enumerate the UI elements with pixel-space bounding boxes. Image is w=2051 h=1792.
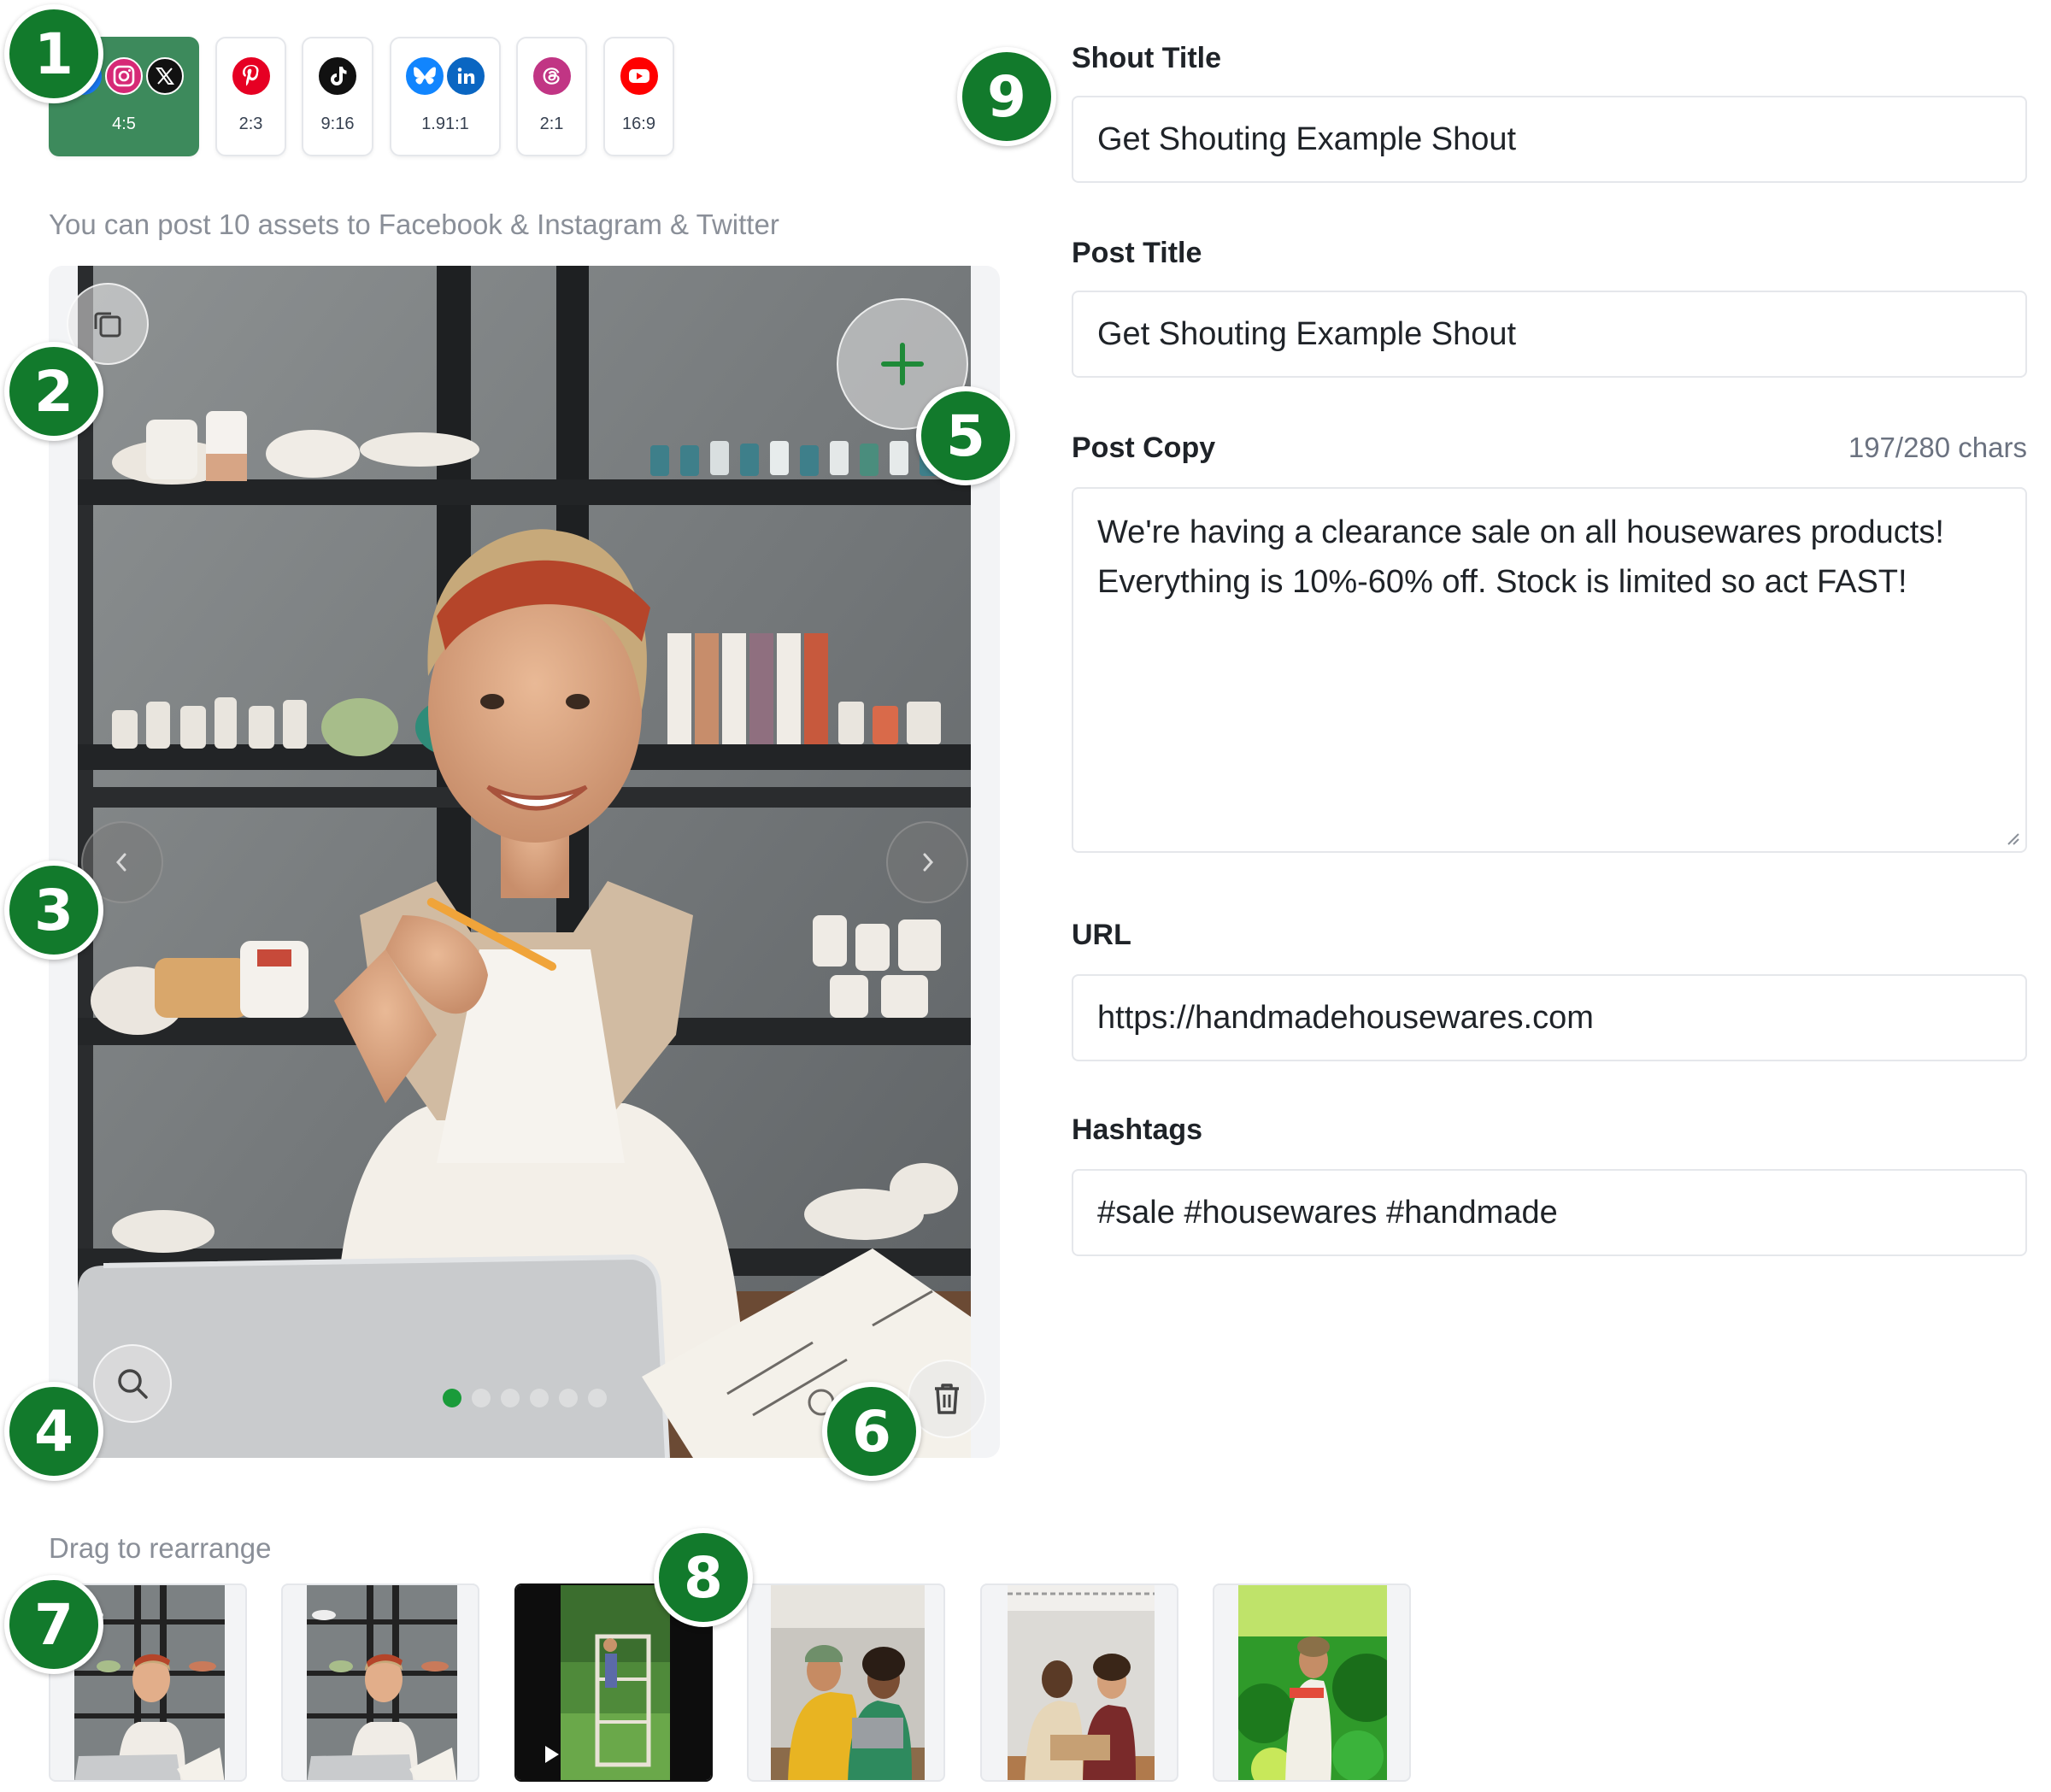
bluesky-icon (406, 57, 444, 95)
chevron-left-icon (115, 853, 126, 872)
rearrange-hint: Drag to rearrange (49, 1532, 272, 1564)
resize-handle-icon[interactable] (2003, 829, 2020, 846)
chevron-right-icon (923, 853, 934, 872)
step-marker-9: 9 (957, 47, 1056, 146)
asset-preview[interactable] (49, 266, 1000, 1458)
ratio-label: 2:1 (539, 115, 564, 133)
post-copy-label: Post Copy (1072, 432, 1216, 464)
step-marker-7: 7 (4, 1575, 103, 1674)
step-marker-2: 2 (4, 342, 103, 441)
step-marker-3: 3 (4, 861, 103, 960)
duplicate-icon (94, 312, 121, 338)
shout-title-input[interactable]: Get Shouting Example Shout (1072, 96, 2027, 183)
next-asset-button[interactable] (886, 821, 968, 903)
hashtags-label: Hashtags (1072, 1113, 1203, 1146)
step-marker-6: 6 (822, 1382, 921, 1481)
instagram-icon (105, 57, 143, 95)
carousel-dot[interactable] (472, 1389, 491, 1407)
url-label: URL (1072, 919, 1131, 951)
post-copy-textarea[interactable]: We're having a clearance sale on all hou… (1072, 487, 2027, 853)
trash-icon (935, 1384, 959, 1414)
thumbnail-image (771, 1585, 925, 1780)
preview-image (78, 266, 971, 1458)
carousel-dot[interactable] (588, 1389, 607, 1407)
ratio-tab-9-16[interactable]: 9:16 (302, 37, 373, 156)
asset-limit-hint: You can post 10 assets to Facebook & Ins… (49, 209, 779, 240)
post-copy-char-count: 197/280 chars (1848, 432, 2027, 463)
carousel-dots (443, 1389, 607, 1407)
thumbnail-item[interactable] (747, 1583, 945, 1782)
thumbnail-item[interactable] (1213, 1583, 1411, 1782)
carousel-dot[interactable] (530, 1389, 549, 1407)
thumbnail-image (1008, 1585, 1155, 1780)
ratio-tab-2-3[interactable]: 2:3 (215, 37, 286, 156)
shout-title-value: Get Shouting Example Shout (1097, 120, 1517, 157)
thumbnail-item[interactable] (980, 1583, 1178, 1782)
pinterest-icon (232, 57, 270, 95)
thumbnail-item[interactable] (281, 1583, 479, 1782)
step-marker-8: 8 (654, 1528, 753, 1627)
step-marker-5: 5 (916, 386, 1015, 485)
shout-title-label: Shout Title (1072, 42, 1222, 74)
hashtags-input[interactable]: #sale #housewares #handmade (1072, 1169, 2027, 1256)
ratio-tab-1-91-1[interactable]: 1.91:1 (390, 37, 501, 156)
zoom-button[interactable] (93, 1344, 172, 1423)
plus-icon (881, 343, 924, 385)
carousel-dot[interactable] (501, 1389, 520, 1407)
ratio-tab-2-1[interactable]: 2:1 (516, 37, 587, 156)
threads-icon (532, 57, 571, 95)
ratio-tab-16-9[interactable]: 16:9 (603, 37, 674, 156)
youtube-icon (620, 57, 658, 95)
ratio-label: 16:9 (622, 115, 655, 133)
step-marker-1: 1 (4, 4, 103, 103)
x-icon (146, 57, 184, 95)
zoom-icon (118, 1369, 148, 1399)
post-title-label: Post Title (1072, 237, 1202, 269)
url-input[interactable]: https://handmadehousewares.com (1072, 974, 2027, 1061)
thumbnail-image (307, 1585, 457, 1780)
post-copy-value: We're having a clearance sale on all hou… (1097, 514, 1944, 600)
ratio-label: 1.91:1 (421, 115, 469, 133)
ratio-label: 2:3 (238, 115, 263, 133)
ratio-label: 4:5 (112, 115, 136, 133)
ratio-label: 9:16 (320, 115, 355, 133)
step-marker-4: 4 (4, 1382, 103, 1481)
post-title-value: Get Shouting Example Shout (1097, 315, 1517, 352)
carousel-dot[interactable] (443, 1389, 461, 1407)
tiktok-icon (319, 57, 356, 95)
url-value: https://handmadehousewares.com (1097, 999, 1594, 1036)
linkedin-icon (447, 57, 485, 95)
woman-at-laptop-photo (78, 266, 971, 1458)
hashtags-value: #sale #housewares #handmade (1097, 1194, 1558, 1231)
carousel-dot[interactable] (559, 1389, 578, 1407)
thumbnail-image (1238, 1585, 1387, 1780)
post-title-input[interactable]: Get Shouting Example Shout (1072, 291, 2027, 378)
